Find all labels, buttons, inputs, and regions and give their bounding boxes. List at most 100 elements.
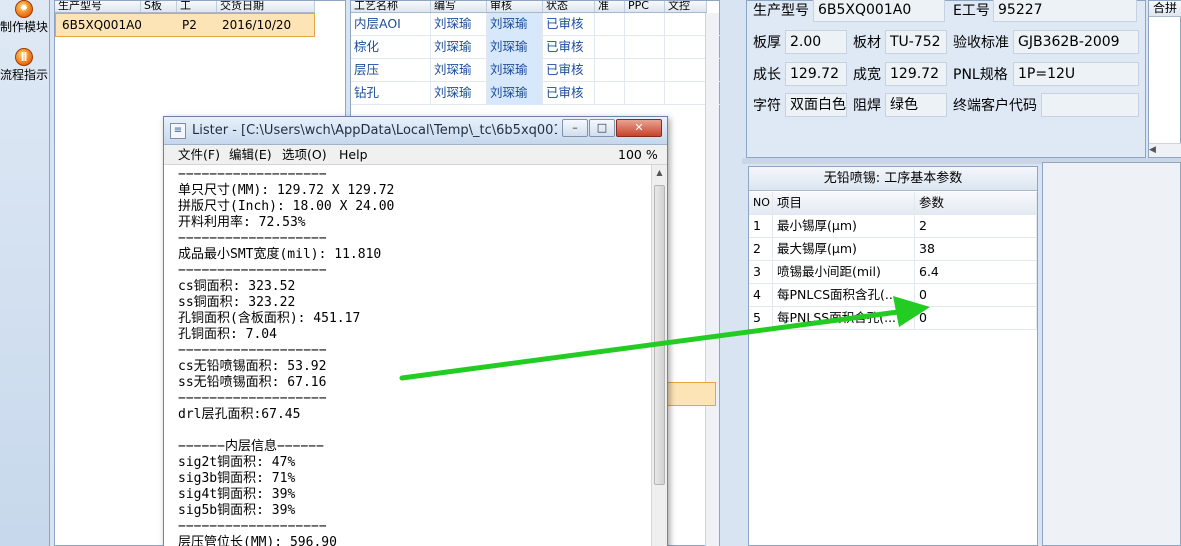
col-header[interactable]: 准: [595, 1, 625, 12]
text-line: [178, 423, 651, 439]
cell-value[interactable]: 2: [915, 215, 1037, 238]
cell-author: 刘琛瑜: [431, 82, 487, 105]
label-acceptance-standard: 验收标准: [953, 35, 1009, 51]
merge-header[interactable]: 合拼: [1149, 1, 1181, 17]
table-row[interactable]: 内层AOI 刘琛瑜 刘琛瑜 已审核: [351, 13, 721, 36]
process-table-scrollbar[interactable]: [705, 13, 719, 546]
field-width[interactable]: 129.72: [885, 62, 947, 86]
cell-stage: P2: [182, 18, 197, 32]
text-line: −−−−−−内层信息−−−−−−: [178, 439, 324, 454]
field-legend-color[interactable]: 双面白色: [785, 93, 847, 117]
text-line: 开料利用率: 72.53%: [178, 215, 306, 230]
field-acceptance-standard[interactable]: GJB362B-2009: [1013, 30, 1139, 54]
col-header[interactable]: 审核: [487, 1, 543, 12]
label-material: 板材: [853, 35, 881, 51]
cell-author: 刘琛瑜: [431, 13, 487, 36]
maximize-button[interactable]: □: [589, 119, 615, 137]
cell-item: 最小锡厚(μm): [773, 215, 915, 238]
process-table-header: 工艺名称 编写 审核 状态 准 PPC 文控: [351, 1, 707, 13]
table-row-selected[interactable]: 6B5XQ001A0 P2 2016/10/20: [55, 13, 315, 37]
text-line: 孔铜面积(含板面积): 451.17: [178, 311, 361, 326]
cell-reviewer: 刘琛瑜: [487, 36, 543, 59]
menu-file[interactable]: 文件(F): [178, 145, 220, 165]
col-header[interactable]: 交货日期: [217, 1, 315, 12]
scrollbar-thumb[interactable]: [654, 185, 665, 485]
text-line: −−−−−−−−−−−−−−−−−−−: [178, 231, 327, 246]
field-material[interactable]: TU-752: [885, 30, 947, 54]
menu-edit[interactable]: 编辑(E): [229, 145, 272, 165]
field-length[interactable]: 129.72: [785, 62, 847, 86]
table-row[interactable]: 4 每PNLCS面积含孔(... 0: [749, 284, 1037, 307]
col-header[interactable]: 状态: [543, 1, 595, 12]
table-row[interactable]: 2 最大锡厚(μm) 38: [749, 238, 1037, 261]
table-row[interactable]: 层压 刘琛瑜 刘琛瑜 已审核: [351, 59, 721, 82]
cell-empty: [625, 13, 665, 36]
field-model[interactable]: 6B5XQ001A0: [813, 0, 945, 22]
text-line: 成品最小SMT宽度(mil): 11.810: [178, 247, 382, 262]
cell-value[interactable]: 38: [915, 238, 1037, 261]
cell-no: 2: [749, 238, 773, 261]
cell-value[interactable]: 0: [915, 284, 1037, 307]
menu-options[interactable]: 选项(O): [282, 145, 327, 165]
cell-value[interactable]: 0: [915, 307, 1037, 330]
cell-process: 钻孔: [351, 82, 431, 105]
text-line: −−−−−−−−−−−−−−−−−−−: [178, 263, 327, 278]
col-header[interactable]: 工艺名称: [351, 1, 431, 12]
col-header[interactable]: 项目: [773, 192, 915, 215]
nav-flow-instruction[interactable]: ǁ 流程指示: [0, 48, 48, 94]
field-thickness[interactable]: 2.00: [785, 30, 847, 54]
lister-scrollbar[interactable]: ▲: [651, 165, 667, 546]
field-e-number[interactable]: 95227: [993, 0, 1137, 22]
col-header[interactable]: NO: [749, 192, 773, 215]
cell-status: 已审核: [543, 36, 595, 59]
cell-reviewer: 刘琛瑜: [487, 13, 543, 36]
merge-panel-scrollbar[interactable]: ◀: [1149, 143, 1181, 157]
cell-author: 刘琛瑜: [431, 59, 487, 82]
cell-status: 已审核: [543, 13, 595, 36]
text-line: −−−−−−−−−−−−−−−−−−−: [178, 519, 327, 534]
menu-help[interactable]: Help: [339, 145, 368, 165]
flame-icon: ✹: [15, 0, 33, 18]
cell-no: 4: [749, 284, 773, 307]
text-line: 孔铜面积: 7.04: [178, 327, 277, 342]
field-solder-mask[interactable]: 绿色: [885, 93, 947, 117]
text-line: 拼版尺寸(Inch): 18.00 X 24.00: [178, 199, 395, 214]
cell-item: 每PNLSS面积含孔(...: [773, 307, 915, 330]
cell-value[interactable]: 6.4: [915, 261, 1037, 284]
scroll-left-icon[interactable]: ◀: [1149, 145, 1156, 155]
text-line: 层压管位长(MM): 596.90: [178, 535, 337, 546]
text-line: −−−−−−−−−−−−−−−−−−−: [178, 391, 327, 406]
text-line: 单只尺寸(MM): 129.72 X 129.72: [178, 183, 395, 198]
table-row[interactable]: 3 喷锡最小间距(mil) 6.4: [749, 261, 1037, 284]
col-header[interactable]: 参数: [915, 192, 1037, 215]
label-width: 成宽: [853, 67, 881, 83]
cell-item: 最大锡厚(μm): [773, 238, 915, 261]
table-row[interactable]: 5 每PNLSS面积含孔(... 0: [749, 307, 1037, 330]
col-header[interactable]: 编写: [431, 1, 487, 12]
empty-panel: [1042, 162, 1181, 546]
lister-title: Lister - [C:\Users\wch\AppData\Local\Tem…: [192, 123, 557, 138]
close-button[interactable]: ✕: [616, 119, 662, 137]
col-header[interactable]: 文控: [665, 1, 707, 12]
table-row[interactable]: 棕化 刘琛瑜 刘琛瑜 已审核: [351, 36, 721, 59]
col-header[interactable]: S板: [141, 1, 177, 12]
col-header[interactable]: 工: [177, 1, 217, 12]
cell-status: 已审核: [543, 59, 595, 82]
col-header[interactable]: 生产型号: [55, 1, 141, 12]
table-row[interactable]: 钻孔 刘琛瑜 刘琛瑜 已审核: [351, 82, 721, 105]
cell-empty: [595, 82, 625, 105]
lister-text-content[interactable]: −−−−−−−−−−−−−−−−−−− 单只尺寸(MM): 129.72 X 12…: [164, 165, 651, 546]
scroll-up-icon[interactable]: ▲: [652, 165, 667, 181]
table-row[interactable]: 1 最小锡厚(μm) 2: [749, 215, 1037, 238]
field-end-customer-code[interactable]: [1041, 93, 1139, 117]
nav-production-module[interactable]: ✹ 制作模块: [0, 0, 48, 46]
lister-titlebar[interactable]: ≡ Lister - [C:\Users\wch\AppData\Local\T…: [164, 117, 667, 145]
cell-process: 层压: [351, 59, 431, 82]
cell-empty: [595, 59, 625, 82]
text-line: cs铜面积: 323.52: [178, 279, 296, 294]
text-line: sig2t铜面积: 47%: [178, 455, 296, 470]
text-line: sig5b铜面积: 39%: [178, 503, 296, 518]
field-pnl-spec[interactable]: 1P=12U: [1013, 62, 1139, 86]
minimize-button[interactable]: –: [562, 119, 588, 137]
col-header[interactable]: PPC: [625, 1, 665, 12]
